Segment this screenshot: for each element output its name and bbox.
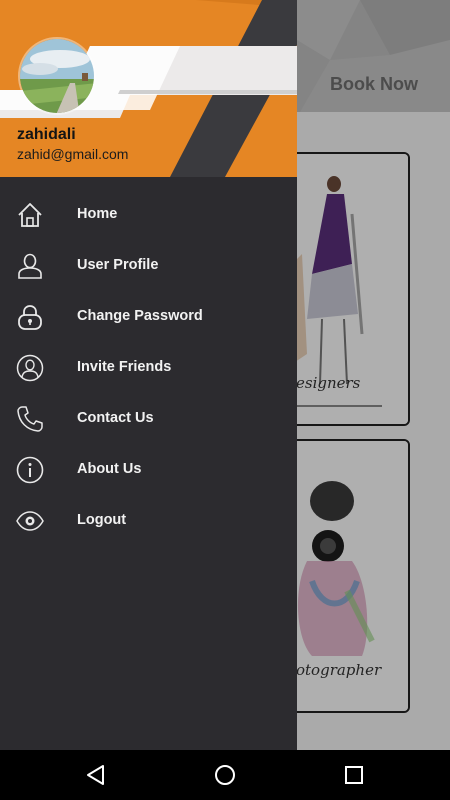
user-avatar[interactable]: [18, 37, 96, 115]
lock-icon: [18, 305, 42, 330]
navigation-drawer: zahidali zahid@gmail.com Home User Profi…: [0, 0, 297, 750]
menu-label-logout: Logout: [77, 512, 127, 528]
drawer-header: zahidali zahid@gmail.com: [0, 0, 297, 177]
invite-friends-icon: [16, 354, 44, 382]
phone-icon: [17, 406, 43, 432]
menu-item-logout[interactable]: Logout: [0, 495, 297, 546]
user-email: zahid@gmail.com: [17, 146, 129, 162]
home-icon: [18, 203, 42, 227]
menu-label-user-profile: User Profile: [77, 257, 159, 273]
menu-item-user-profile[interactable]: User Profile: [0, 240, 297, 291]
user-icon: [18, 253, 42, 279]
menu-label-contact-us: Contact Us: [77, 410, 154, 426]
home-circle-icon[interactable]: [213, 763, 237, 787]
menu-item-change-password[interactable]: Change Password: [0, 291, 297, 342]
user-name: zahidali: [17, 126, 76, 143]
info-icon: [16, 456, 44, 484]
back-icon[interactable]: [84, 763, 108, 787]
menu-label-about-us: About Us: [77, 461, 142, 477]
recents-icon[interactable]: [342, 763, 366, 787]
menu-label-change-password: Change Password: [77, 308, 203, 324]
menu-item-contact-us[interactable]: Contact Us: [0, 393, 297, 444]
menu-item-home[interactable]: Home: [0, 189, 297, 240]
menu-label-home: Home: [77, 206, 118, 222]
system-nav-bar: [0, 750, 450, 800]
menu-item-about-us[interactable]: About Us: [0, 444, 297, 495]
eye-icon: [16, 511, 44, 531]
drawer-menu: Home User Profile Change Password Invite…: [0, 189, 297, 546]
menu-item-invite-friends[interactable]: Invite Friends: [0, 342, 297, 393]
menu-label-invite-friends: Invite Friends: [77, 359, 172, 375]
